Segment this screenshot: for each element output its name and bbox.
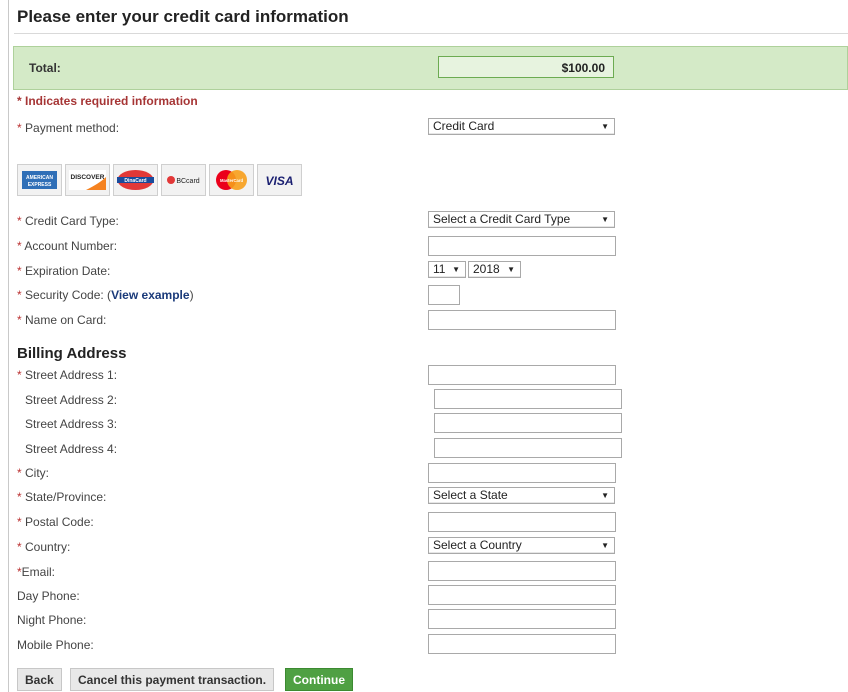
required-star: * (17, 490, 22, 504)
total-bar: Total: $100.00 (13, 46, 848, 90)
expiration-month-select[interactable]: 11 ▼ (428, 261, 466, 278)
state-select[interactable]: Select a State ▼ (428, 487, 615, 504)
required-star: * (17, 515, 22, 529)
amex-text-1: AMERICAN (26, 175, 53, 181)
security-code-label: * Security Code: (View example) (17, 288, 194, 302)
street-address-3-input[interactable] (434, 413, 622, 433)
postal-code-label: * Postal Code: (17, 515, 94, 529)
dropdown-arrow-icon: ▼ (601, 491, 609, 500)
back-button[interactable]: Back (17, 668, 62, 691)
payment-method-select[interactable]: Credit Card ▼ (428, 118, 615, 135)
page-title: Please enter your credit card informatio… (17, 7, 349, 26)
state-label-text: State/Province: (25, 490, 107, 504)
country-label-text: Country: (25, 540, 71, 554)
amex-text-2: EXPRESS (28, 182, 52, 188)
street-address-1-input[interactable] (428, 365, 616, 385)
mastercard-logo: MasterCard (209, 164, 254, 196)
account-number-label: * Account Number: (17, 239, 117, 253)
bccard-text: BCcard (176, 178, 199, 185)
total-amount: $100.00 (438, 56, 614, 78)
dropdown-arrow-icon: ▼ (601, 541, 609, 550)
day-phone-input[interactable] (428, 585, 616, 605)
country-label: * Country: (17, 540, 70, 554)
security-code-input[interactable] (428, 285, 460, 305)
security-code-label-close: ) (189, 288, 194, 302)
security-code-label-text: Security Code: ( (25, 288, 112, 302)
account-number-label-text: Account Number: (24, 239, 118, 253)
required-star: * (17, 368, 22, 382)
card-type-value: Select a Credit Card Type (433, 212, 571, 226)
night-phone-input[interactable] (428, 609, 616, 629)
expiration-year-select[interactable]: 2018 ▼ (468, 261, 521, 278)
expiration-year-value: 2018 (473, 262, 500, 276)
dropdown-arrow-icon: ▼ (507, 265, 515, 274)
street-address-4-label: Street Address 4: (25, 442, 118, 456)
required-star: * (17, 466, 22, 480)
required-star: * (17, 214, 22, 228)
state-value: Select a State (433, 488, 508, 502)
required-star: * (17, 239, 22, 253)
street-address-2-input[interactable] (434, 389, 622, 409)
dinacard-text: DinaCard (124, 178, 146, 184)
visa-logo: VISA (257, 164, 302, 196)
street-address-3-label: Street Address 3: (25, 417, 118, 431)
postal-code-input[interactable] (428, 512, 616, 532)
continue-button[interactable]: Continue (285, 668, 353, 691)
name-on-card-label-text: Name on Card: (25, 313, 107, 327)
mobile-phone-input[interactable] (428, 634, 616, 654)
billing-address-heading: Billing Address (17, 345, 127, 362)
title-divider (14, 33, 848, 34)
expiration-month-value: 11 (433, 262, 446, 276)
discover-logo: DISCOVER (65, 164, 110, 196)
street-address-2-label: Street Address 2: (25, 393, 118, 407)
mastercard-text: MasterCard (220, 178, 243, 183)
payment-method-value: Credit Card (433, 119, 495, 133)
required-star: * (17, 288, 22, 302)
country-value: Select a Country (433, 538, 522, 552)
email-label: *Email: (17, 565, 55, 579)
day-phone-label: Day Phone: (17, 589, 80, 603)
expiration-date-label: * Expiration Date: (17, 264, 110, 278)
required-star: * (17, 264, 22, 278)
required-star: * (17, 540, 22, 554)
bccard-logo: BCcard (161, 164, 206, 196)
city-input[interactable] (428, 463, 616, 483)
required-star: * (17, 121, 22, 135)
street-address-1-label: * Street Address 1: (17, 368, 117, 382)
dinacard-logo: DinaCard (113, 164, 158, 196)
country-select[interactable]: Select a Country ▼ (428, 537, 615, 554)
card-type-select[interactable]: Select a Credit Card Type ▼ (428, 211, 615, 228)
view-example-link[interactable]: View example (111, 288, 190, 302)
payment-method-label: * Payment method: (17, 121, 119, 135)
amex-logo: AMERICAN EXPRESS (17, 164, 62, 196)
city-label: * City: (17, 466, 49, 480)
name-on-card-input[interactable] (428, 310, 616, 330)
total-label: Total: (29, 61, 61, 75)
street-address-4-input[interactable] (434, 438, 622, 458)
card-type-label: * Credit Card Type: (17, 214, 119, 228)
account-number-input[interactable] (428, 236, 616, 256)
cancel-transaction-button[interactable]: Cancel this payment transaction. (70, 668, 275, 691)
state-label: * State/Province: (17, 490, 106, 504)
frame-border (8, 0, 9, 692)
visa-text: VISA (265, 174, 293, 188)
discover-text: DISCOVER (71, 174, 105, 181)
city-label-text: City: (25, 466, 50, 480)
email-label-text: Email: (21, 565, 56, 579)
postal-code-label-text: Postal Code: (25, 515, 94, 529)
dropdown-arrow-icon: ▼ (601, 122, 609, 131)
night-phone-label: Night Phone: (17, 613, 87, 627)
email-input[interactable] (428, 561, 616, 581)
card-type-label-text: Credit Card Type: (25, 214, 119, 228)
name-on-card-label: * Name on Card: (17, 313, 106, 327)
required-star: * (17, 313, 22, 327)
street-address-1-label-text: Street Address 1: (25, 368, 118, 382)
dropdown-arrow-icon: ▼ (601, 215, 609, 224)
required-note: * Indicates required information (17, 94, 198, 108)
expiration-date-label-text: Expiration Date: (25, 264, 111, 278)
mobile-phone-label: Mobile Phone: (17, 638, 94, 652)
dropdown-arrow-icon: ▼ (452, 265, 460, 274)
payment-method-label-text: Payment method: (25, 121, 120, 135)
